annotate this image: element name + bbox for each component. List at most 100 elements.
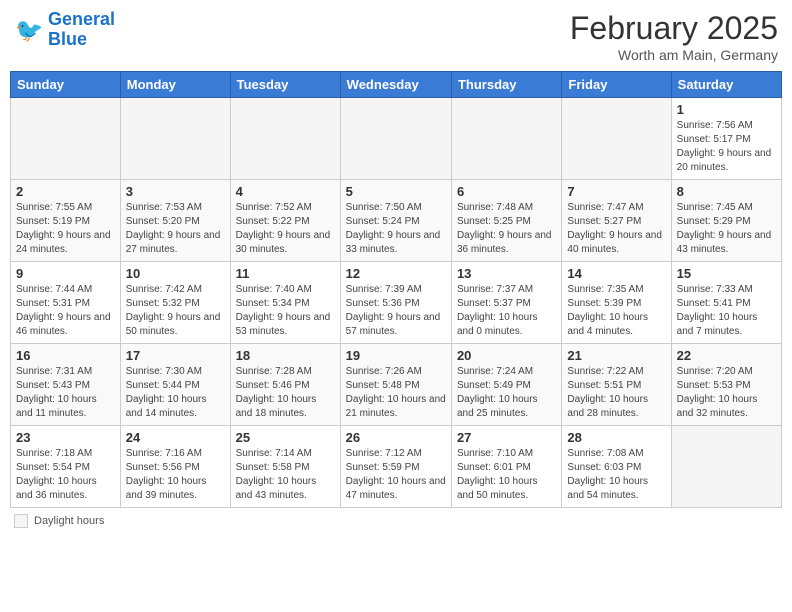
day-cell (671, 426, 781, 508)
day-info: Sunrise: 7:52 AM Sunset: 5:22 PM Dayligh… (236, 201, 335, 257)
week-row-1: 2 Sunrise: 7:55 AM Sunset: 5:19 PM Daylig… (11, 180, 782, 262)
day-cell (230, 98, 340, 180)
legend: Daylight hours (10, 514, 782, 528)
col-tuesday: Tuesday (230, 72, 340, 98)
day-cell: 12Sunrise: 7:39 AM Sunset: 5:36 PM Dayli… (340, 262, 451, 344)
calendar-page: 🐦 General Blue February 2025 Worth am Ma… (0, 0, 792, 612)
logo-icon: 🐦 (14, 15, 44, 45)
day-cell: 21 Sunrise: 7:22 AM Sunset: 5:51 PM Dayli… (562, 344, 671, 426)
day-cell: 18Sunrise: 7:28 AM Sunset: 5:46 PM Dayli… (230, 344, 340, 426)
day-info: Sunrise: 7:12 AM Sunset: 5:59 PM Dayligh… (346, 447, 446, 503)
logo-general: General (48, 10, 115, 30)
day-cell: 6Sunrise: 7:48 AM Sunset: 5:25 PM Daylig… (451, 180, 561, 262)
day-cell: 24Sunrise: 7:16 AM Sunset: 5:56 PM Dayli… (120, 426, 230, 508)
day-cell (451, 98, 561, 180)
col-thursday: Thursday (451, 72, 561, 98)
day-info: Sunrise: 7:28 AM Sunset: 5:46 PM Dayligh… (236, 365, 335, 421)
day-info: Sunrise: 7:45 AM Sunset: 5:29 PM Dayligh… (677, 201, 776, 257)
day-number: 11 (236, 266, 335, 281)
day-number: 20 (457, 348, 556, 363)
day-cell: 4 Sunrise: 7:52 AM Sunset: 5:22 PM Daylig… (230, 180, 340, 262)
day-info: Sunrise: 7:39 AM Sunset: 5:36 PM Dayligh… (346, 283, 446, 339)
legend-label: Daylight hours (34, 515, 104, 527)
day-number: 27 (457, 430, 556, 445)
day-cell: 13 Sunrise: 7:37 AM Sunset: 5:37 PM Dayli… (451, 262, 561, 344)
day-number: 9 (16, 266, 115, 281)
day-info: Sunrise: 7:10 AM Sunset: 6:01 PM Dayligh… (457, 447, 556, 503)
day-number: 15 (677, 266, 776, 281)
col-saturday: Saturday (671, 72, 781, 98)
day-info: Sunrise: 7:22 AM Sunset: 5:51 PM Dayligh… (567, 365, 665, 421)
logo-text: General Blue (48, 10, 115, 50)
svg-text:🐦: 🐦 (15, 17, 43, 43)
day-info: Sunrise: 7:37 AM Sunset: 5:37 PM Dayligh… (457, 283, 556, 339)
day-cell (11, 98, 121, 180)
day-cell: 5Sunrise: 7:50 AM Sunset: 5:24 PM Daylig… (340, 180, 451, 262)
day-number: 5 (346, 184, 446, 199)
day-number: 8 (677, 184, 776, 199)
day-cell: 28 Sunrise: 7:08 AM Sunset: 6:03 PM Dayli… (562, 426, 671, 508)
day-cell: 3 Sunrise: 7:53 AM Sunset: 5:20 PM Daylig… (120, 180, 230, 262)
day-cell: 11 Sunrise: 7:40 AM Sunset: 5:34 PM Dayli… (230, 262, 340, 344)
day-cell: 20 Sunrise: 7:24 AM Sunset: 5:49 PM Dayli… (451, 344, 561, 426)
day-number: 10 (126, 266, 225, 281)
title-block: February 2025 Worth am Main, Germany (570, 10, 778, 63)
day-number: 28 (567, 430, 665, 445)
day-info: Sunrise: 7:14 AM Sunset: 5:58 PM Dayligh… (236, 447, 335, 503)
day-info: Sunrise: 7:26 AM Sunset: 5:48 PM Dayligh… (346, 365, 446, 421)
day-info: Sunrise: 7:24 AM Sunset: 5:49 PM Dayligh… (457, 365, 556, 421)
day-number: 21 (567, 348, 665, 363)
day-cell: 14 Sunrise: 7:35 AM Sunset: 5:39 PM Dayli… (562, 262, 671, 344)
logo: 🐦 General Blue (14, 10, 115, 50)
day-info: Sunrise: 7:55 AM Sunset: 5:19 PM Dayligh… (16, 201, 115, 257)
day-cell (340, 98, 451, 180)
day-info: Sunrise: 7:08 AM Sunset: 6:03 PM Dayligh… (567, 447, 665, 503)
day-info: Sunrise: 7:20 AM Sunset: 5:53 PM Dayligh… (677, 365, 776, 421)
day-info: Sunrise: 7:40 AM Sunset: 5:34 PM Dayligh… (236, 283, 335, 339)
day-cell: 1 Sunrise: 7:56 AM Sunset: 5:17 PM Daylig… (671, 98, 781, 180)
day-info: Sunrise: 7:18 AM Sunset: 5:54 PM Dayligh… (16, 447, 115, 503)
day-number: 22 (677, 348, 776, 363)
day-number: 13 (457, 266, 556, 281)
day-cell: 8 Sunrise: 7:45 AM Sunset: 5:29 PM Daylig… (671, 180, 781, 262)
day-cell: 10Sunrise: 7:42 AM Sunset: 5:32 PM Dayli… (120, 262, 230, 344)
header: 🐦 General Blue February 2025 Worth am Ma… (10, 10, 782, 63)
day-cell: 27 Sunrise: 7:10 AM Sunset: 6:01 PM Dayli… (451, 426, 561, 508)
day-cell (120, 98, 230, 180)
day-number: 26 (346, 430, 446, 445)
col-sunday: Sunday (11, 72, 121, 98)
day-number: 1 (677, 102, 776, 117)
day-info: Sunrise: 7:16 AM Sunset: 5:56 PM Dayligh… (126, 447, 225, 503)
day-number: 2 (16, 184, 115, 199)
week-row-2: 9 Sunrise: 7:44 AM Sunset: 5:31 PM Daylig… (11, 262, 782, 344)
day-cell: 22 Sunrise: 7:20 AM Sunset: 5:53 PM Dayli… (671, 344, 781, 426)
day-cell: 26 Sunrise: 7:12 AM Sunset: 5:59 PM Dayli… (340, 426, 451, 508)
calendar-table: Sunday Monday Tuesday Wednesday Thursday… (10, 71, 782, 508)
logo-blue: Blue (48, 30, 115, 50)
day-info: Sunrise: 7:53 AM Sunset: 5:20 PM Dayligh… (126, 201, 225, 257)
day-number: 17 (126, 348, 225, 363)
legend-box (14, 514, 28, 528)
col-friday: Friday (562, 72, 671, 98)
day-info: Sunrise: 7:31 AM Sunset: 5:43 PM Dayligh… (16, 365, 115, 421)
day-number: 25 (236, 430, 335, 445)
day-cell: 16Sunrise: 7:31 AM Sunset: 5:43 PM Dayli… (11, 344, 121, 426)
day-number: 4 (236, 184, 335, 199)
day-cell: 2 Sunrise: 7:55 AM Sunset: 5:19 PM Daylig… (11, 180, 121, 262)
day-info: Sunrise: 7:33 AM Sunset: 5:41 PM Dayligh… (677, 283, 776, 339)
day-cell: 7Sunrise: 7:47 AM Sunset: 5:27 PM Daylig… (562, 180, 671, 262)
day-info: Sunrise: 7:44 AM Sunset: 5:31 PM Dayligh… (16, 283, 115, 339)
week-row-0: 1 Sunrise: 7:56 AM Sunset: 5:17 PM Daylig… (11, 98, 782, 180)
day-number: 7 (567, 184, 665, 199)
day-cell: 19 Sunrise: 7:26 AM Sunset: 5:48 PM Dayli… (340, 344, 451, 426)
day-number: 14 (567, 266, 665, 281)
day-cell: 9 Sunrise: 7:44 AM Sunset: 5:31 PM Daylig… (11, 262, 121, 344)
col-monday: Monday (120, 72, 230, 98)
day-info: Sunrise: 7:35 AM Sunset: 5:39 PM Dayligh… (567, 283, 665, 339)
day-cell: 15 Sunrise: 7:33 AM Sunset: 5:41 PM Dayli… (671, 262, 781, 344)
day-number: 19 (346, 348, 446, 363)
day-cell: 17Sunrise: 7:30 AM Sunset: 5:44 PM Dayli… (120, 344, 230, 426)
day-number: 3 (126, 184, 225, 199)
day-info: Sunrise: 7:56 AM Sunset: 5:17 PM Dayligh… (677, 119, 776, 175)
col-wednesday: Wednesday (340, 72, 451, 98)
